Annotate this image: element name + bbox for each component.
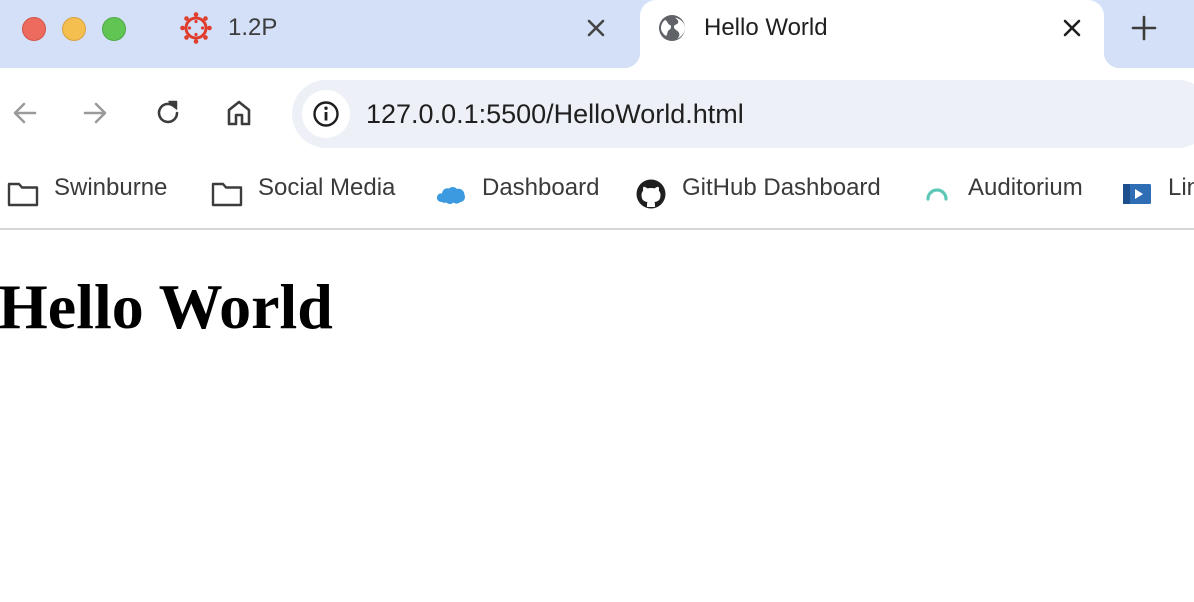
video-icon <box>1123 184 1151 204</box>
site-info-button[interactable] <box>302 90 350 138</box>
bookmarks-bar: Swinburne Social Media Dashboard GitHub … <box>0 160 1194 230</box>
globe-icon <box>659 15 685 41</box>
tab-hello-world[interactable]: Hello World <box>624 0 1120 68</box>
info-icon <box>313 101 339 127</box>
window-close-button[interactable] <box>22 17 46 41</box>
arrow-left-icon[interactable] <box>10 98 40 128</box>
page-content: Hello World <box>0 230 1194 602</box>
window-minimize-button[interactable] <box>62 17 86 41</box>
address-bar[interactable]: 127.0.0.1:5500/HelloWorld.html <box>292 80 1194 148</box>
tab-canvas[interactable]: 1.2P <box>160 0 630 68</box>
canvas-lms-icon <box>180 12 212 44</box>
toolbar: 127.0.0.1:5500/HelloWorld.html <box>0 68 1194 160</box>
browser-window: 1.2P Hello World 127.0.0.1:5500/HelloWor… <box>0 0 1194 602</box>
close-icon[interactable] <box>1060 16 1084 40</box>
github-icon <box>636 179 666 209</box>
bookmark-label: Auditorium <box>968 174 1083 201</box>
auditorium-arc-icon <box>926 188 948 201</box>
tab-strip: 1.2P Hello World <box>0 0 1194 68</box>
folder-icon <box>211 182 243 207</box>
salesforce-cloud-icon <box>436 187 466 204</box>
window-maximize-button[interactable] <box>102 17 126 41</box>
arrow-right-icon[interactable] <box>80 98 110 128</box>
url-text[interactable]: 127.0.0.1:5500/HelloWorld.html <box>366 99 1166 130</box>
home-icon[interactable] <box>224 98 254 128</box>
tab-title: Hello World <box>704 14 828 41</box>
new-tab-button[interactable] <box>1130 14 1158 42</box>
bookmark-label: GitHub Dashboard <box>682 174 881 201</box>
close-icon[interactable] <box>584 16 608 40</box>
bookmark-label: Social Media <box>258 174 396 201</box>
tab-title: 1.2P <box>228 14 278 41</box>
folder-icon <box>7 182 39 207</box>
reload-icon[interactable] <box>153 98 183 128</box>
page-heading: Hello World <box>0 271 333 342</box>
bookmark-label: Lin <box>1168 174 1194 201</box>
bookmark-label: Dashboard <box>482 174 600 201</box>
bookmark-label: Swinburne <box>54 174 168 201</box>
